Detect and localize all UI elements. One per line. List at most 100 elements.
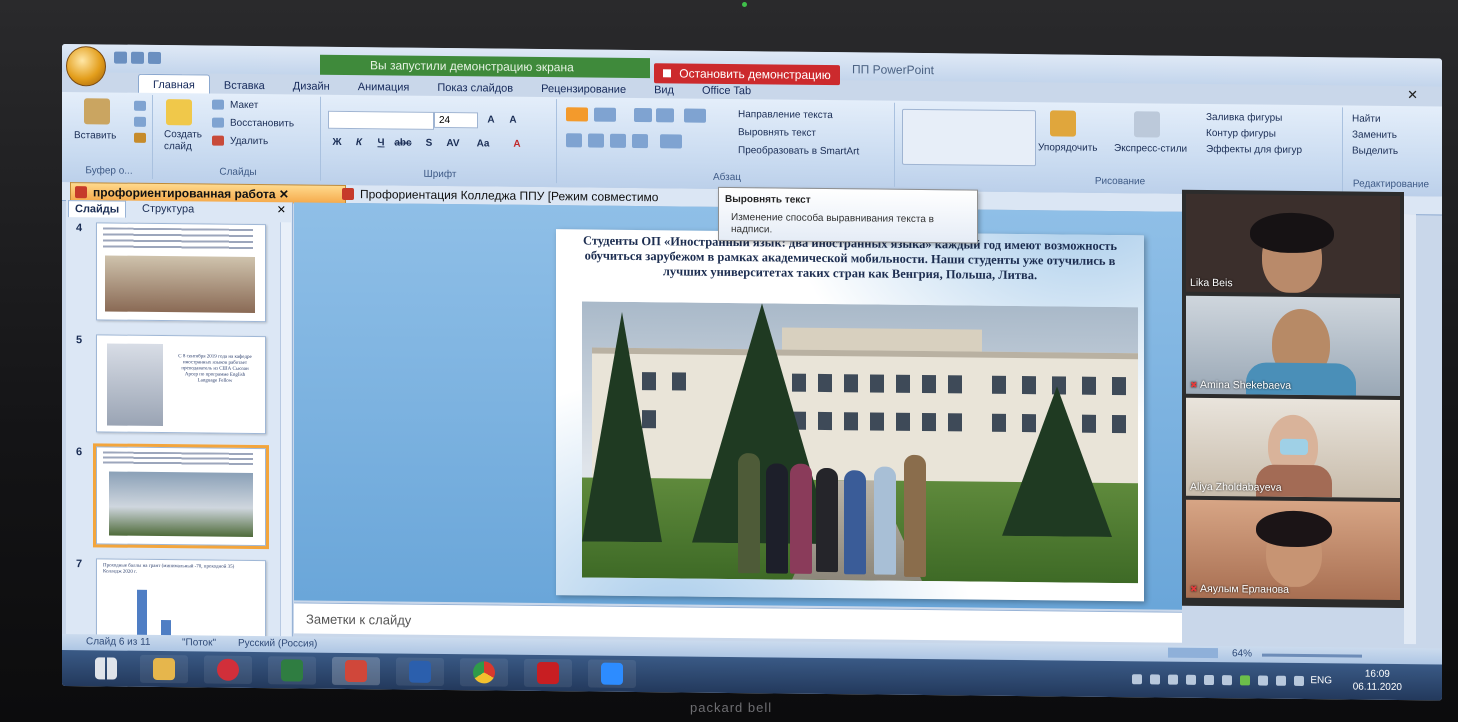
slide-thumbnail[interactable]: [96, 222, 266, 323]
line-spacing-icon[interactable]: [684, 108, 706, 123]
quick-access-toolbar[interactable]: [114, 51, 174, 66]
close-icon[interactable]: ✕: [279, 187, 289, 201]
tray-icon[interactable]: [1204, 674, 1214, 686]
find-button[interactable]: Найти: [1352, 114, 1381, 125]
slide-thumbnail-selected[interactable]: [93, 443, 269, 550]
current-slide[interactable]: Студенты ОП «Иностранный язык: два иност…: [556, 229, 1144, 602]
powerpoint-icon[interactable]: [332, 656, 380, 686]
thumb-photo: [107, 343, 163, 427]
undo-icon[interactable]: [131, 51, 144, 64]
arrange-icon[interactable]: [1050, 110, 1076, 137]
doc-tab-label: профориентированная работа: [93, 185, 276, 202]
bullets-icon[interactable]: [566, 107, 588, 122]
shape-fill-button[interactable]: Заливка фигуры: [1206, 112, 1282, 124]
cut-icon[interactable]: [134, 100, 146, 111]
tray-icon[interactable]: [1222, 675, 1232, 686]
align-right-icon[interactable]: [610, 133, 626, 148]
arrange-button[interactable]: Упорядочить: [1038, 142, 1098, 154]
clipboard-group: Вставить Буфер о...: [66, 94, 153, 179]
delete-button[interactable]: Удалить: [230, 136, 268, 147]
align-text-button[interactable]: Выровнять текст: [738, 127, 816, 139]
paste-icon[interactable]: [84, 98, 110, 125]
tray-icon[interactable]: [1258, 675, 1268, 686]
participant-tile[interactable]: Amina Shekebaeva: [1186, 295, 1400, 397]
slide-thumbnail[interactable]: Проходные баллы на грант (минимальный -7…: [96, 558, 266, 639]
columns-icon[interactable]: [660, 134, 682, 149]
tray-icon[interactable]: [1150, 674, 1160, 685]
reset-icon[interactable]: [212, 117, 224, 128]
grow-font-icon[interactable]: A: [482, 112, 500, 128]
view-buttons[interactable]: [1168, 647, 1218, 659]
shrink-font-icon[interactable]: A: [504, 113, 522, 129]
replace-button[interactable]: Заменить: [1352, 130, 1397, 141]
strikethrough-icon[interactable]: abc: [394, 135, 412, 151]
new-slide-icon[interactable]: [166, 99, 192, 126]
acrobat-icon[interactable]: [524, 658, 572, 688]
slide-notes[interactable]: Заметки к слайду: [294, 602, 1182, 643]
numbering-icon[interactable]: [594, 107, 616, 122]
tray-icon[interactable]: [1132, 674, 1142, 685]
zoom-app-icon[interactable]: [588, 659, 636, 689]
windows-start-icon[interactable]: [82, 654, 130, 683]
volume-icon[interactable]: [1168, 674, 1178, 685]
vertical-scrollbar[interactable]: [1404, 214, 1416, 645]
text-direction-button[interactable]: Направление текста: [738, 109, 833, 121]
participant-tile[interactable]: Aliya Zholdabayeva: [1186, 397, 1400, 499]
office-button-icon[interactable]: [66, 46, 106, 87]
quick-styles-icon[interactable]: [1134, 111, 1160, 138]
network-icon[interactable]: [1276, 675, 1286, 686]
new-slide-label-2[interactable]: слайд: [164, 141, 192, 152]
font-color-icon[interactable]: A: [508, 137, 526, 153]
delete-icon[interactable]: [212, 135, 224, 146]
participant-tile[interactable]: Аяулым Ерланова: [1186, 499, 1400, 601]
italic-icon[interactable]: К: [350, 135, 368, 151]
tray-icon[interactable]: [1240, 675, 1250, 686]
tab-outline[interactable]: Структура: [136, 201, 200, 218]
change-case-icon[interactable]: Aa: [474, 136, 492, 152]
notes-placeholder: Заметки к слайду: [306, 611, 412, 628]
char-spacing-icon[interactable]: AV: [444, 136, 462, 152]
chrome-icon[interactable]: [460, 658, 508, 687]
shadow-icon[interactable]: S: [420, 136, 438, 152]
font-size-input[interactable]: 24: [434, 111, 478, 129]
quick-styles-button[interactable]: Экспресс-стили: [1114, 143, 1187, 155]
bold-icon[interactable]: Ж: [328, 135, 346, 151]
shapes-gallery[interactable]: [902, 108, 1036, 167]
copy-icon[interactable]: [134, 116, 146, 127]
tray-icon[interactable]: [1186, 674, 1196, 685]
close-icon[interactable]: ✕: [277, 203, 286, 216]
thumbnail-scrollbar[interactable]: [280, 222, 291, 637]
close-icon[interactable]: ✕: [1407, 87, 1418, 103]
zoom-slider[interactable]: [1262, 653, 1362, 658]
save-icon[interactable]: [114, 51, 127, 64]
font-name-input[interactable]: [328, 110, 434, 130]
reset-button[interactable]: Восстановить: [230, 118, 294, 130]
participant-tile[interactable]: Lika Beis: [1186, 193, 1400, 295]
convert-smartart-button[interactable]: Преобразовать в SmartArt: [738, 145, 859, 157]
power-icon[interactable]: [204, 655, 252, 684]
underline-icon[interactable]: Ч: [372, 135, 390, 151]
shape-outline-button[interactable]: Контур фигуры: [1206, 128, 1276, 140]
redo-icon[interactable]: [148, 51, 161, 65]
align-left-icon[interactable]: [566, 133, 582, 148]
system-clock[interactable]: 16:09 06.11.2020: [1353, 668, 1402, 695]
paste-button[interactable]: Вставить: [74, 130, 116, 141]
tab-slides[interactable]: Слайды: [68, 200, 127, 218]
decrease-indent-icon[interactable]: [634, 107, 652, 123]
format-painter-icon[interactable]: [134, 132, 146, 143]
shape-effects-button[interactable]: Эффекты для фигур: [1206, 144, 1302, 156]
slide-thumbnail[interactable]: С 8 сентября 2019 года на кафедре иностр…: [96, 334, 266, 435]
file-explorer-icon[interactable]: [140, 654, 188, 684]
excel-icon[interactable]: [268, 656, 316, 685]
word-icon[interactable]: [396, 657, 444, 687]
tray-icon[interactable]: [1294, 675, 1304, 687]
new-slide-label-1[interactable]: Создать: [164, 129, 202, 140]
input-language[interactable]: ENG: [1310, 675, 1332, 686]
select-button[interactable]: Выделить: [1352, 146, 1398, 157]
layout-button[interactable]: Макет: [230, 100, 258, 111]
editing-group-label: Редактирование: [1352, 178, 1430, 191]
layout-icon[interactable]: [212, 99, 224, 110]
align-center-icon[interactable]: [588, 133, 604, 148]
increase-indent-icon[interactable]: [656, 108, 674, 123]
justify-icon[interactable]: [632, 133, 648, 149]
